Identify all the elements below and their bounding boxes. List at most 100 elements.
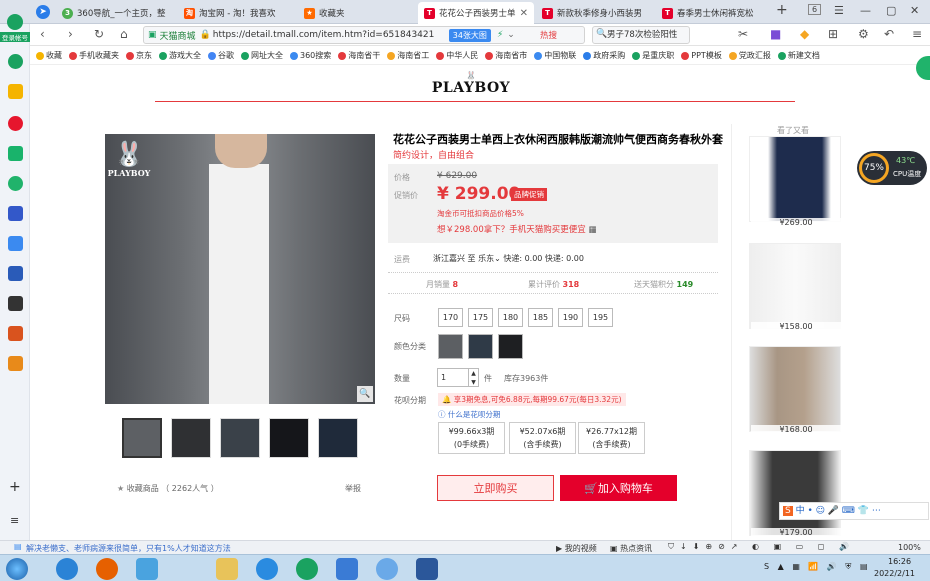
game-icon[interactable] <box>8 206 23 221</box>
size-option[interactable]: 190 <box>558 308 583 327</box>
extension-icon[interactable]: ■ <box>770 27 781 41</box>
hot-search-label[interactable]: 热搜 <box>540 29 557 41</box>
undo-icon[interactable]: ↶ <box>884 27 894 41</box>
chevron-down-icon[interactable]: ⌄ <box>507 30 515 40</box>
bookmark-item[interactable]: 政府采购 <box>583 50 625 61</box>
installment-help[interactable]: ⓘ 什么是花呗分期 <box>438 409 500 420</box>
bookmark-item[interactable]: 游戏大全 <box>159 50 201 61</box>
lightning-icon[interactable]: ⚡ <box>497 30 503 40</box>
decrement-icon[interactable]: ▼ <box>468 378 478 387</box>
size-option[interactable]: 170 <box>438 308 463 327</box>
search-icon[interactable]: 🔍 <box>596 29 607 39</box>
address-bar[interactable]: ▣ 天猫商城 🔒 https://detail.tmall.com/item.h… <box>143 26 585 44</box>
recommend-item-3[interactable] <box>749 346 841 432</box>
bookmark-item[interactable]: 海南省工 <box>387 50 429 61</box>
qr-code-icon[interactable]: ▦ <box>588 225 596 235</box>
refresh-icon[interactable]: ↻ <box>94 27 104 41</box>
thumbnail-1[interactable] <box>122 418 162 458</box>
main-product-image[interactable]: 🐰 PLAYBOY 🔍 <box>105 134 375 404</box>
app-icon[interactable] <box>136 558 158 580</box>
color-option-black[interactable] <box>498 334 523 359</box>
star-icon[interactable] <box>8 84 23 99</box>
tab-playboy-suit[interactable]: T 花花公子西装男士单西 ✕ <box>418 2 534 24</box>
bookmark-item[interactable]: 收藏 <box>36 50 62 61</box>
quantity-stepper[interactable]: 1 ▲ ▼ <box>437 368 479 387</box>
firefox-icon[interactable] <box>96 558 118 580</box>
bookmark-item[interactable]: 京东 <box>126 50 152 61</box>
close-tab-icon[interactable]: ✕ <box>516 8 528 19</box>
mail-icon[interactable] <box>8 146 23 161</box>
ime-toolbar[interactable]: S 中 • ☺ 🎤 ⌨ 👕 ⋯ <box>779 502 929 520</box>
maximize-icon[interactable]: ▢ <box>886 4 896 17</box>
tab-taobao[interactable]: 淘淘宝网 - 淘！我喜欢 <box>178 2 296 24</box>
recommend-item-2[interactable] <box>749 243 841 329</box>
zoom-level[interactable]: 100% <box>898 543 921 552</box>
tab-new-suit[interactable]: T 新款秋季修身小西装男 <box>536 2 654 24</box>
game-icon[interactable] <box>8 356 23 371</box>
menu-icon[interactable]: ☰ <box>834 4 844 17</box>
installment-plan-6[interactable]: ¥52.07x6期 (含手续费) <box>509 422 576 454</box>
url-text[interactable]: https://detail.tmall.com/item.htm?id=651… <box>213 30 443 40</box>
document-icon[interactable] <box>8 236 23 251</box>
bookmark-item[interactable]: 是重庆职 <box>632 50 674 61</box>
toolbar-icons[interactable]: ⛉↓⬇⊕⊘↗ ◐ ▣ ▭ ◻ 🔊 <box>668 542 855 552</box>
bookmark-item[interactable]: 手机收藏夹 <box>69 50 119 61</box>
settings-icon[interactable]: ⚙ <box>858 27 869 41</box>
favorite-product[interactable]: ★ 收藏商品 （ 2262人气 ） <box>117 483 219 494</box>
tab-count-badge[interactable]: 6 <box>808 4 822 15</box>
thumbnail-3[interactable] <box>220 418 260 458</box>
bookmark-item[interactable]: PPT模板 <box>681 50 722 61</box>
bookmark-item[interactable]: 新建文档 <box>777 50 820 61</box>
home-icon[interactable]: ⌂ <box>120 27 128 41</box>
add-app-icon[interactable] <box>8 54 23 69</box>
hot-news-link[interactable]: ▣ 热点资讯 <box>610 543 652 554</box>
browser-icon[interactable] <box>256 558 278 580</box>
shield-icon[interactable]: ◆ <box>800 27 809 41</box>
minimize-icon[interactable]: — <box>860 4 871 17</box>
recommend-item-1[interactable] <box>749 136 841 222</box>
tab-360-nav[interactable]: 3 360导航_一个主页，整 <box>56 2 174 24</box>
color-option-gray[interactable] <box>438 334 463 359</box>
tab-favorites[interactable]: ★ 收藏夹 <box>298 2 416 24</box>
size-option[interactable]: 180 <box>498 308 523 327</box>
thumbnail-4[interactable] <box>269 418 309 458</box>
news-ticker[interactable]: 解决老懒支、老师病源来很简单，只有1%人才知道这方法 <box>26 543 231 554</box>
zoom-icon[interactable]: 🔍 <box>357 386 373 402</box>
report-link[interactable]: 举报 <box>345 483 361 494</box>
bookmark-item[interactable]: 中华人民 <box>436 50 478 61</box>
video-link[interactable]: ▶ 我的视频 <box>556 543 597 554</box>
bookmark-item[interactable]: 海南省干 <box>338 50 380 61</box>
bookmark-item[interactable]: 谷歌 <box>208 50 234 61</box>
increment-icon[interactable]: ▲ <box>468 369 478 378</box>
brand-logo[interactable]: 🐰 PLAYBOY <box>426 72 516 97</box>
installment-plan-3[interactable]: ¥99.66x3期 (0手续费) <box>438 422 505 454</box>
system-tray[interactable]: S ▲ ▦ 📶 🔊 ⛨ ▤ <box>764 562 871 572</box>
ie-icon[interactable] <box>56 558 78 580</box>
tab-casual-pants[interactable]: T 春季男士休闲裤宽松 <box>656 2 774 24</box>
file-explorer-icon[interactable] <box>216 558 238 580</box>
apps-grid-icon[interactable]: ⊞ <box>828 27 838 41</box>
browser-logo-icon[interactable]: ➤ <box>36 5 50 19</box>
installment-plan-12[interactable]: ¥26.77x12期 (含手续费) <box>578 422 645 454</box>
add-icon[interactable]: + <box>9 479 21 495</box>
cpu-temperature-widget[interactable]: 75% 43℃ CPU温度 <box>857 151 927 185</box>
forward-icon[interactable]: › <box>68 27 73 41</box>
cloud-icon[interactable] <box>8 176 23 191</box>
word-icon[interactable] <box>416 558 438 580</box>
recommend-item-4[interactable] <box>749 450 841 536</box>
bookmark-item[interactable]: 网址大全 <box>241 50 283 61</box>
bookmark-item[interactable]: 海南省市 <box>485 50 527 61</box>
image-badge[interactable]: 34张大图 <box>448 28 491 42</box>
game-icon[interactable] <box>8 326 23 341</box>
app-icon[interactable] <box>376 558 398 580</box>
size-option[interactable]: 175 <box>468 308 493 327</box>
list-icon[interactable]: ≡ <box>10 514 19 527</box>
ship-destination[interactable]: 至 乐东 <box>468 254 495 263</box>
360-browser-icon[interactable] <box>296 558 318 580</box>
add-to-cart-button[interactable]: 🛒 加入购物车 <box>560 475 677 501</box>
scissors-icon[interactable]: ✂ <box>738 27 748 41</box>
thumbnail-5[interactable] <box>318 418 358 458</box>
weibo-icon[interactable] <box>8 116 23 131</box>
new-tab-button[interactable]: + <box>776 2 788 18</box>
size-option[interactable]: 185 <box>528 308 553 327</box>
